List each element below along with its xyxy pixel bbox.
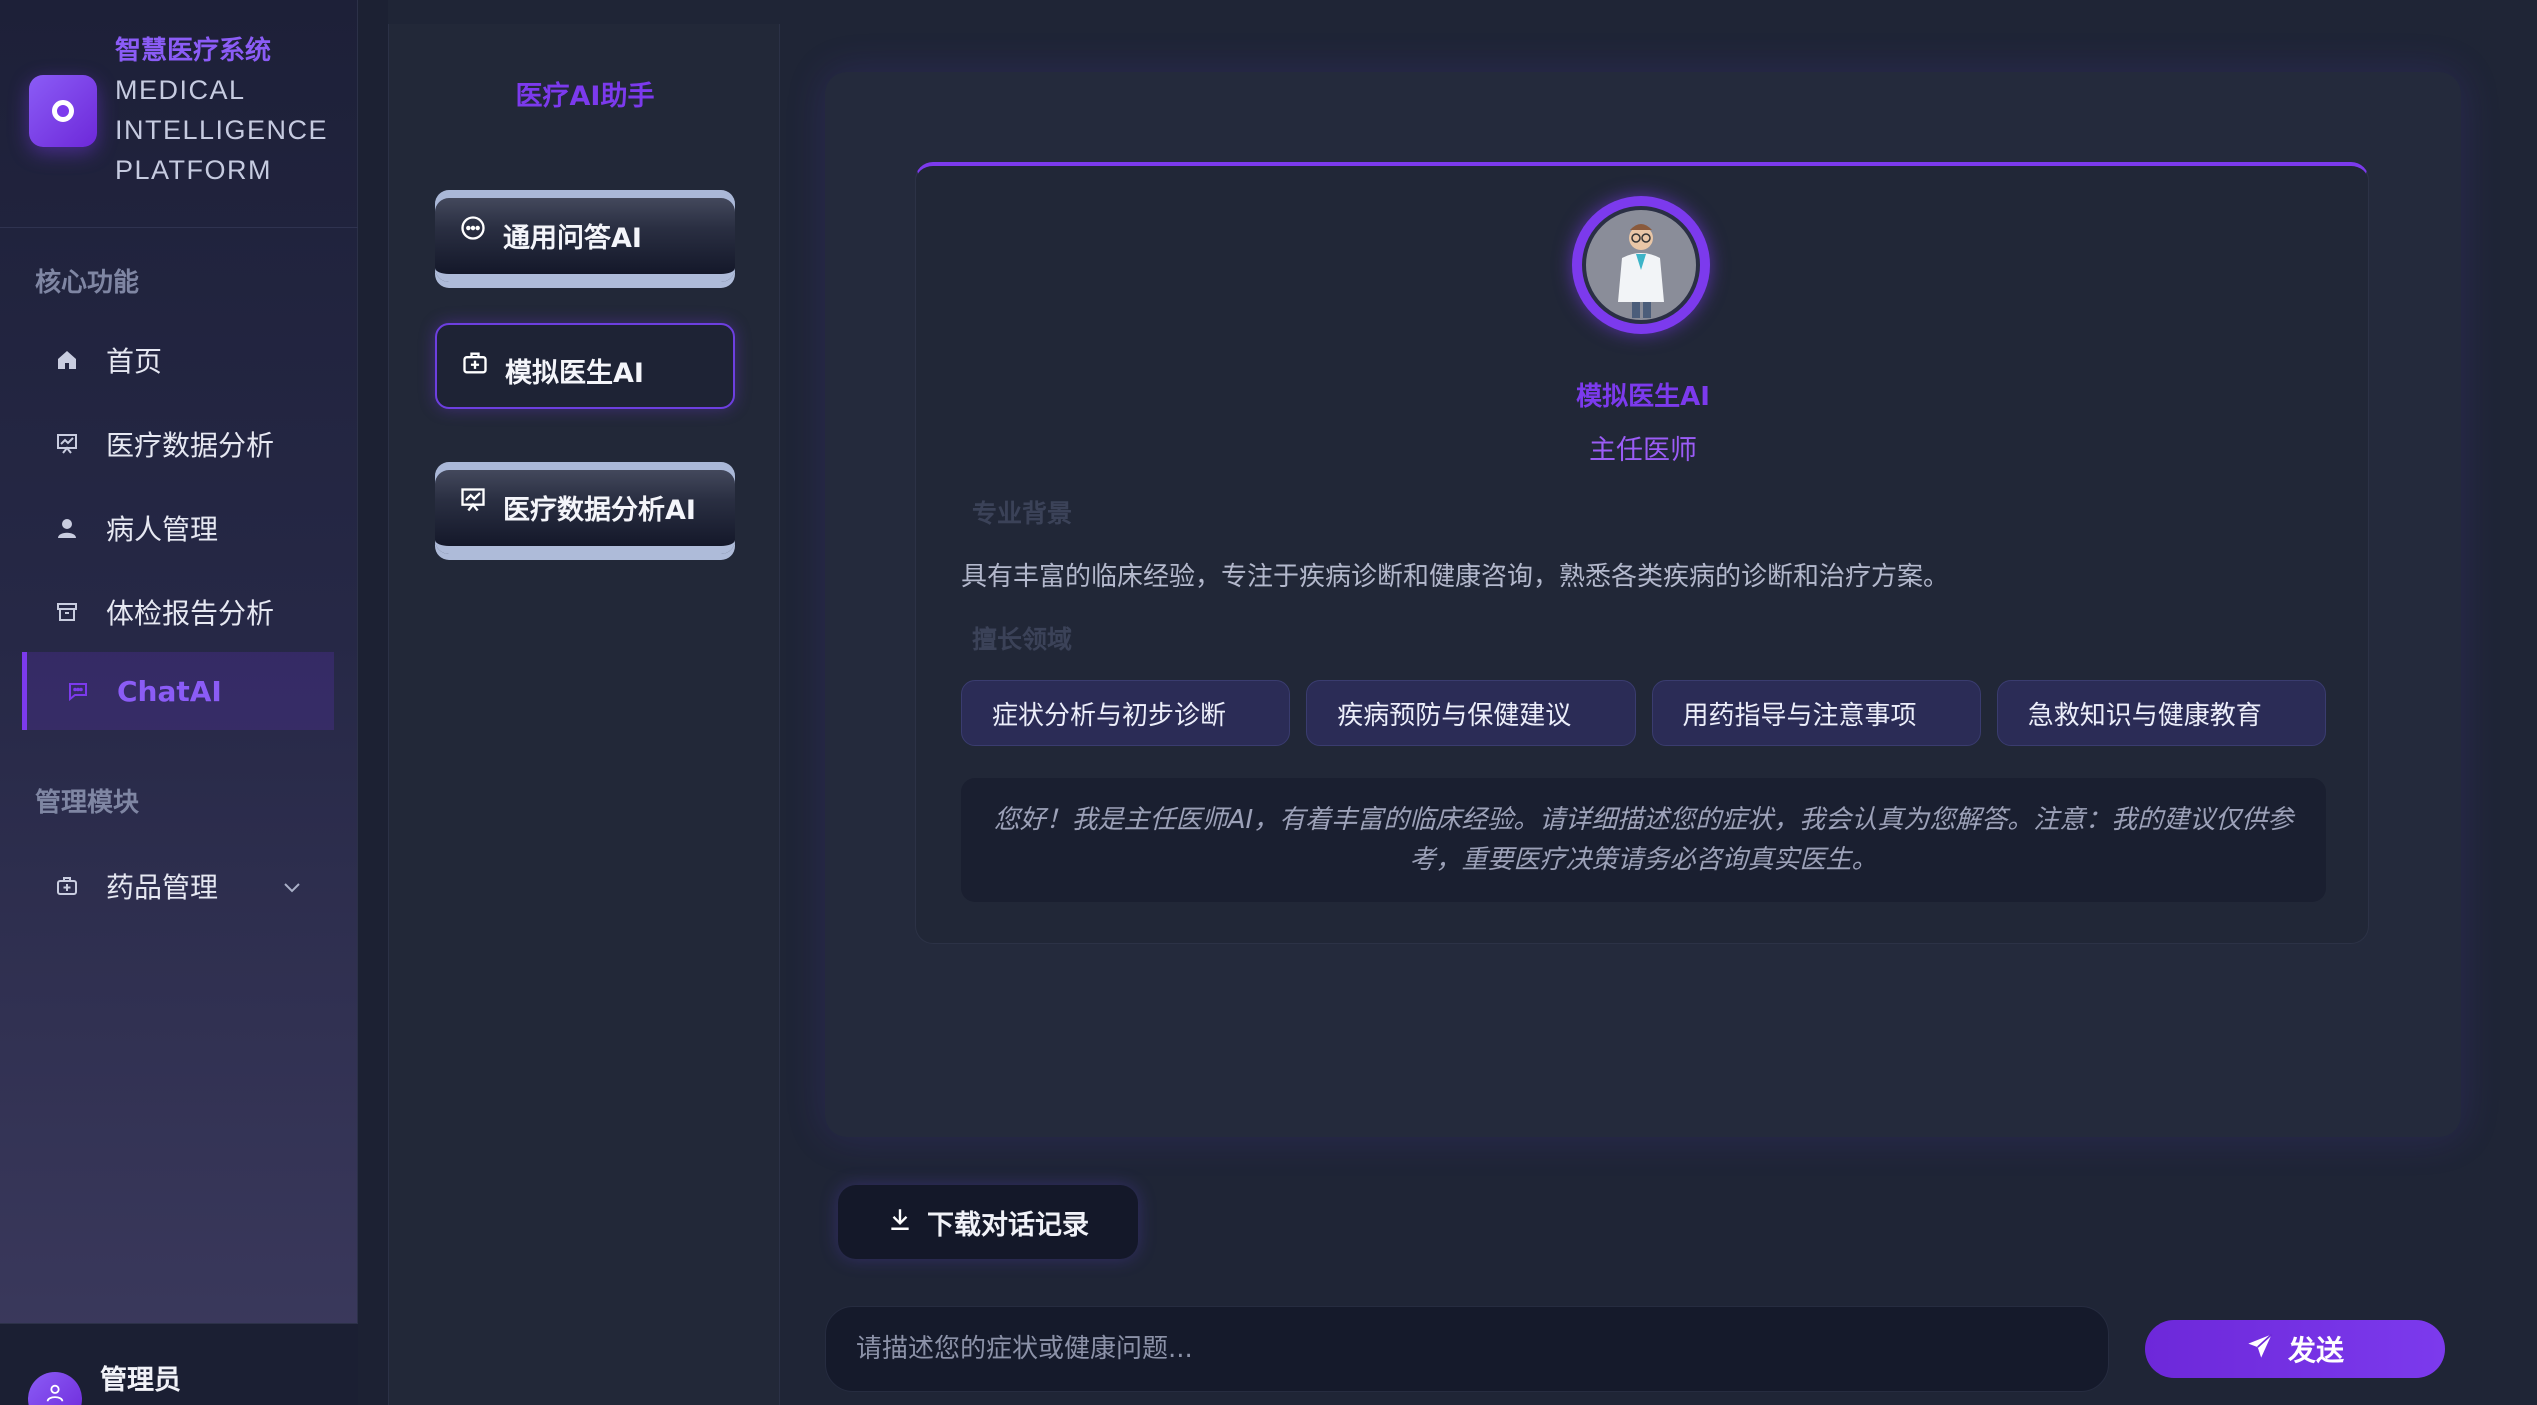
medical-kit-icon [461, 349, 491, 379]
gutter [358, 0, 388, 1405]
assistant-label: 模拟医生AI [505, 358, 644, 389]
sidebar-item-report-analysis[interactable]: 体检报告分析 [22, 573, 334, 651]
brand-logo-icon[interactable] [29, 75, 97, 147]
medicine-box-icon [52, 871, 82, 901]
chat-bubble-icon [459, 214, 489, 244]
sidebar-item-home[interactable]: 首页 [22, 321, 334, 399]
paper-plane-icon [2246, 1332, 2274, 1367]
sidebar-item-label: 药品管理 [106, 871, 219, 904]
sidebar-item-data-analysis[interactable]: 医疗数据分析 [22, 405, 334, 483]
chart-board-icon [459, 486, 489, 516]
assistant-panel: 医疗AI助手 通用问答AI 模拟医生AI 医疗数据分析AI [388, 24, 780, 1405]
sidebar-item-label: 体检报告分析 [106, 597, 275, 630]
doctor-name: 模拟医生AI [1576, 382, 1710, 412]
download-chat-button[interactable]: 下载对话记录 [838, 1185, 1138, 1259]
chart-board-icon [52, 429, 82, 459]
avatar[interactable] [28, 1372, 82, 1405]
doctor-profile-card: 模拟医生AI 主任医师 专业背景 具有丰富的临床经验，专注于疾病诊断和健康咨询，… [915, 162, 2369, 944]
specialty-tag: 症状分析与初步诊断 [961, 680, 1291, 746]
assistant-label: 通用问答AI [503, 223, 642, 254]
archive-icon [52, 597, 82, 627]
specialty-tags: 症状分析与初步诊断 疾病预防与保健建议 用药指导与注意事项 急救知识与健康教育 [961, 680, 2326, 746]
sidebar-item-label: ChatAI [117, 674, 222, 708]
send-label: 发送 [2287, 1334, 2344, 1367]
assistant-general-qa-button[interactable]: 通用问答AI [435, 190, 735, 282]
send-button[interactable]: 发送 [2145, 1320, 2445, 1378]
chat-panel: 模拟医生AI 主任医师 专业背景 具有丰富的临床经验，专注于疾病诊断和健康咨询，… [825, 72, 2461, 1137]
sidebar-item-medicine[interactable]: 药品管理 [22, 847, 334, 925]
chevron-down-icon[interactable] [280, 873, 304, 906]
sidebar-item-patients[interactable]: 病人管理 [22, 489, 334, 567]
assistant-panel-title: 医疗AI助手 [515, 81, 655, 112]
specialty-label: 擅长领域 [972, 625, 1073, 654]
user-bar: 管理员 [0, 1323, 358, 1405]
nav-section-core: 核心功能 [35, 268, 140, 298]
sidebar-item-label: 首页 [106, 345, 163, 378]
specialty-tag: 疾病预防与保健建议 [1306, 680, 1636, 746]
home-icon [52, 345, 82, 375]
specialty-tag: 用药指导与注意事项 [1651, 680, 1981, 746]
sidebar-item-chatai[interactable]: ChatAI [22, 652, 334, 730]
sidebar-item-label: 病人管理 [106, 513, 219, 546]
assistant-doctor-button[interactable]: 模拟医生AI [435, 323, 735, 409]
assistant-label: 医疗数据分析AI [503, 495, 696, 526]
nav-section-admin: 管理模块 [35, 788, 140, 818]
background-label: 专业背景 [972, 499, 1073, 528]
brand-subtitle: MEDICAL INTELLIGENCE PLATFORM [115, 75, 329, 185]
user-icon [52, 513, 82, 543]
doctor-avatar [1572, 196, 1710, 334]
doctor-title: 主任医师 [1589, 435, 1697, 466]
background-text: 具有丰富的临床经验，专注于疾病诊断和健康咨询，熟悉各类疾病的诊断和治疗方案。 [961, 562, 1950, 592]
chat-input[interactable] [825, 1306, 2109, 1392]
download-label: 下载对话记录 [927, 1209, 1089, 1241]
assistant-data-analysis-button[interactable]: 医疗数据分析AI [435, 462, 735, 554]
brand-header: 智慧医疗系统 MEDICAL INTELLIGENCE PLATFORM [0, 0, 358, 228]
user-name: 管理员 [100, 1365, 181, 1396]
greeting-message: 您好！我是主任医师AI，有着丰富的临床经验。请详细描述您的症状，我会认真为您解答… [961, 778, 2326, 902]
sidebar-item-label: 医疗数据分析 [106, 429, 275, 462]
specialty-tag: 急救知识与健康教育 [1996, 680, 2326, 746]
chat-icon [63, 676, 93, 706]
download-icon [887, 1206, 913, 1239]
brand-title: 智慧医疗系统 [115, 36, 272, 66]
sidebar: 智慧医疗系统 MEDICAL INTELLIGENCE PLATFORM 核心功… [0, 0, 358, 1405]
